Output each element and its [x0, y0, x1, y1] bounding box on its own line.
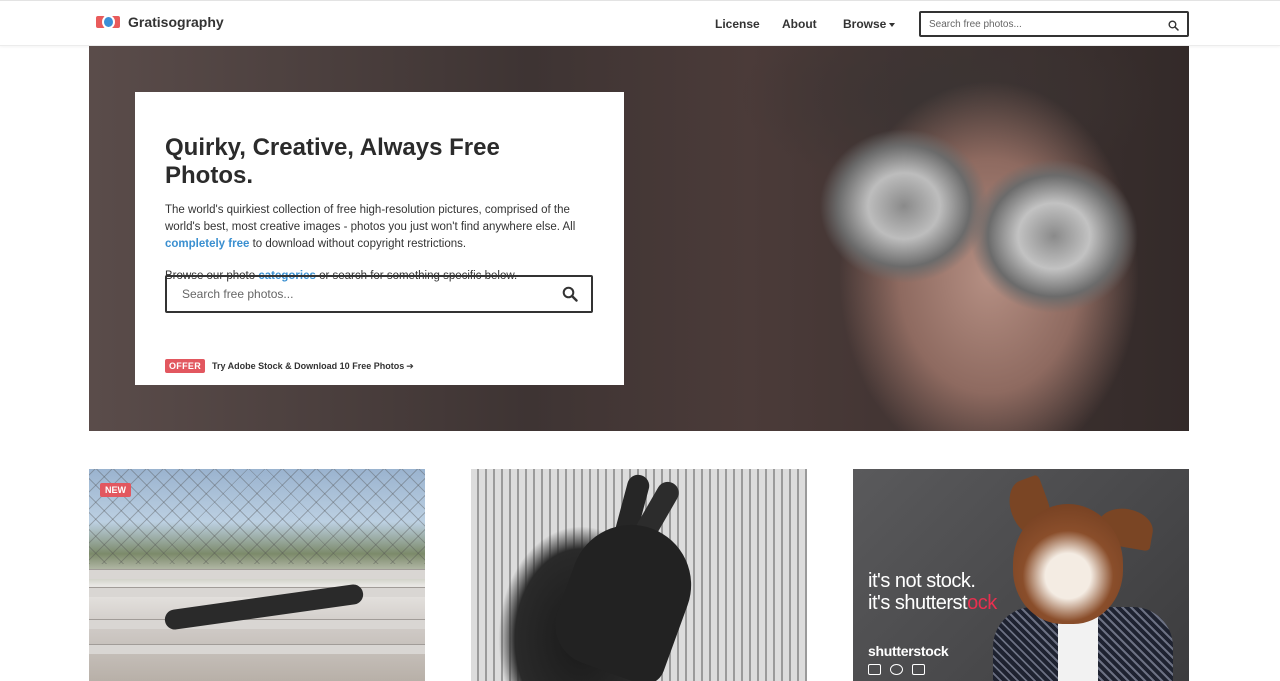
nav-about[interactable]: About — [782, 17, 817, 31]
hero-intro-suffix: to download without copyright restrictio… — [252, 238, 467, 250]
search-icon[interactable] — [562, 286, 578, 307]
search-icon[interactable] — [1168, 18, 1179, 36]
brand-logo[interactable]: Gratisography — [96, 14, 224, 30]
logo-icon — [96, 15, 120, 29]
camera-icon — [868, 664, 881, 675]
hero-search-input[interactable] — [167, 277, 537, 311]
hero-banner: Quirky, Creative, Always Free Photos. Th… — [89, 46, 1189, 431]
hero-intro-text: The world's quirkiest collection of free… — [165, 204, 576, 233]
offer-text[interactable]: Try Adobe Stock & Download 10 Free Photo… — [212, 361, 404, 371]
chevron-down-icon — [889, 22, 896, 27]
site-header: Gratisography License About Browse — [0, 0, 1280, 46]
ad-brand: shutterstock — [868, 643, 949, 659]
offer-badge: OFFER — [165, 359, 205, 373]
donkey-head — [543, 508, 709, 681]
ad-headline-1: it's not stock. — [868, 570, 976, 592]
hero-title: Quirky, Creative, Always Free Photos. — [165, 134, 500, 189]
bench-row — [89, 587, 425, 597]
header-search-input[interactable] — [921, 13, 1151, 35]
bench-row — [89, 644, 425, 654]
arrow-right-icon: ➔ — [406, 360, 414, 371]
photo-tile-donkey[interactable] — [471, 469, 807, 681]
ad-headline-2a: it's shutterst — [868, 592, 968, 614]
new-badge: NEW — [100, 483, 131, 497]
nav-license[interactable]: License — [715, 17, 760, 31]
nav-browse-label: Browse — [843, 17, 887, 31]
video-icon — [912, 664, 925, 675]
hero-search-box — [165, 275, 593, 313]
completely-free-link[interactable]: completely free — [165, 238, 249, 250]
ad-headline-2: it's shutterstock — [868, 592, 997, 615]
music-icon — [890, 664, 903, 675]
hero-intro: The world's quirkiest collection of free… — [165, 202, 594, 253]
hero-card: Quirky, Creative, Always Free Photos. Th… — [135, 92, 624, 385]
fence-pattern — [89, 469, 425, 564]
header-search-box — [919, 11, 1189, 37]
bench-row — [89, 569, 425, 579]
bench-row — [89, 619, 425, 629]
ad-media-icons — [868, 664, 925, 675]
ad-headline-2b: ock — [967, 592, 997, 614]
nav-browse[interactable]: Browse — [843, 17, 896, 31]
brand-name: Gratisography — [128, 14, 224, 30]
shutterstock-ad-tile[interactable]: it's not stock. it's shutterstock shutte… — [853, 469, 1189, 681]
photo-tile-bleachers[interactable]: NEW — [89, 469, 425, 681]
dog-head — [1013, 504, 1123, 624]
offer-banner[interactable]: OFFER Try Adobe Stock & Download 10 Free… — [165, 359, 414, 373]
